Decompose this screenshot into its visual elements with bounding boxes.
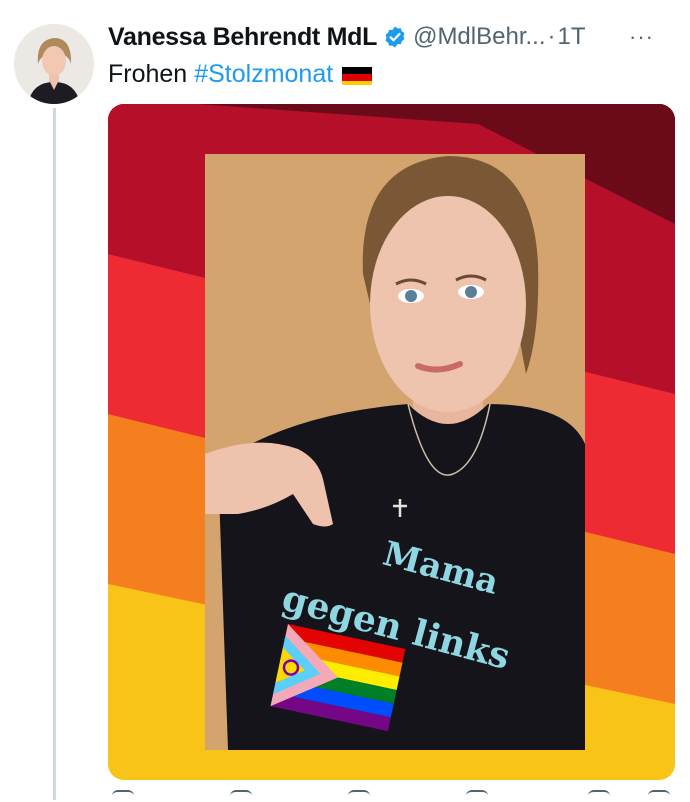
selfie-photo [205,154,585,750]
retweet-icon[interactable] [230,790,252,802]
tweet-text: Frohen #Stolzmonat [108,60,373,89]
reply-icon[interactable] [112,790,134,802]
thread-line [53,108,56,800]
share-icon[interactable] [648,790,670,802]
separator-dot: · [547,23,556,50]
verified-badge-icon [385,26,405,48]
hashtag-link[interactable]: #Stolzmonat [194,60,333,89]
like-icon[interactable] [348,790,370,802]
display-name[interactable]: Vanessa Behrendt MdL [108,23,377,52]
bookmark-icon[interactable] [588,790,610,802]
views-icon[interactable] [466,790,488,802]
tweet-text-prefix: Frohen [108,60,188,88]
germany-flag-icon [342,65,373,85]
tweet-header: Vanessa Behrendt MdL @MdlBehr... · 1T ··… [108,22,674,52]
timestamp[interactable]: 1T [558,23,586,51]
tweet-actions [108,790,674,800]
tweet-media-image[interactable]: Mama gegen links [108,104,675,780]
avatar[interactable] [14,24,94,104]
user-handle[interactable]: @MdlBehr... [413,23,545,51]
more-options-icon[interactable]: ··· [629,24,654,50]
avatar-image [14,24,94,104]
